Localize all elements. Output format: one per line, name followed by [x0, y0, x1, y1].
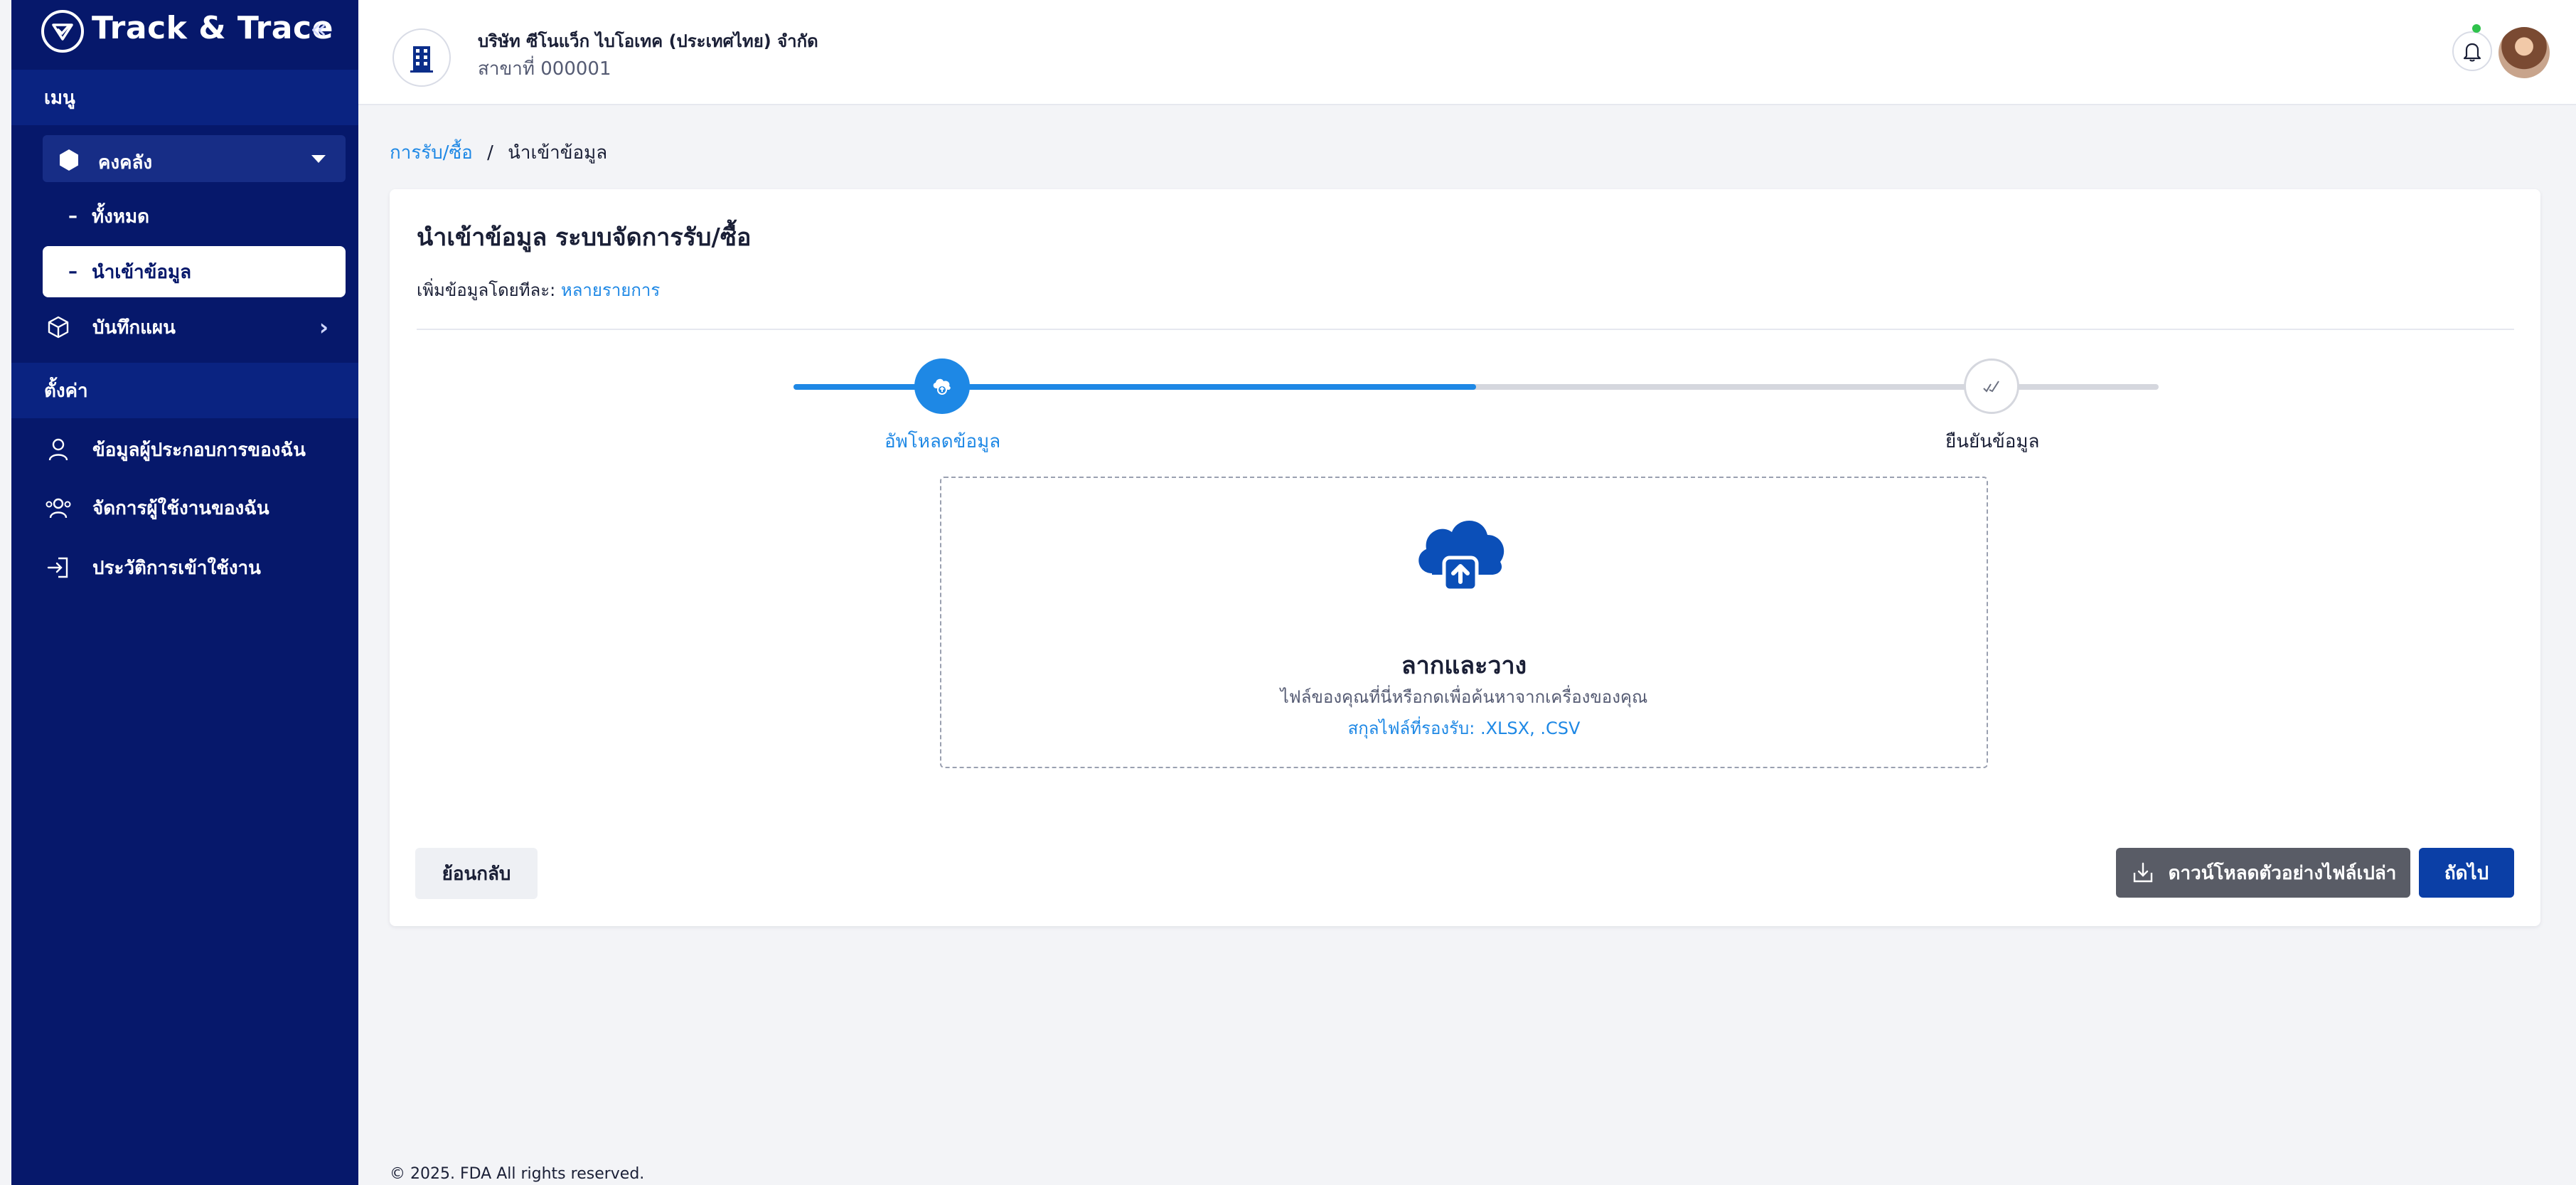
sidebar-subitem-import[interactable]: – นำเข้าข้อมูล: [43, 246, 346, 297]
subtitle-prefix: เพิ่มข้อมูลโดยทีละ:: [417, 280, 556, 300]
stepper-progress: [793, 384, 1476, 390]
breadcrumb-current: นำเข้าข้อมูล: [508, 142, 608, 164]
collapse-sidebar-icon[interactable]: «: [310, 13, 327, 46]
cloud-upload-icon: [1418, 520, 1505, 592]
sidebar: Track & Trace « เมนู คงคลัง – ทั้งหมด – …: [11, 0, 358, 1185]
step-confirm-label: ยืนยันข้อมูล: [1945, 431, 2040, 452]
track-trace-logo-icon: [41, 10, 84, 53]
sidebar-item-label: จัดการผู้ใช้งานของฉัน: [92, 497, 269, 519]
breadcrumb-separator: /: [487, 142, 493, 164]
company-name: บริษัท ซีโนแว็ก ไบโอเทค (ประเทศไทย) จำกั…: [478, 31, 818, 51]
dropzone-title: ลากและวาง: [1401, 652, 1527, 680]
back-button[interactable]: ย้อนกลับ: [415, 848, 538, 899]
user-avatar[interactable]: [2498, 27, 2550, 78]
download-icon: [2130, 860, 2156, 886]
breadcrumb-parent-link[interactable]: การรับ/ซื้อ: [390, 142, 473, 164]
divider: [417, 329, 2514, 330]
caret-down-icon: [311, 155, 326, 163]
dropzone-supported-types: สกุลไฟล์ที่รองรับ: .XLSX, .CSV: [1347, 718, 1581, 738]
brand[interactable]: Track & Trace «: [11, 0, 358, 65]
step-confirm-icon: [1964, 358, 2019, 414]
page-title: นำเข้าข้อมูล ระบบจัดการรับ/ซื้อ: [417, 223, 752, 252]
sidebar-item-inventory[interactable]: คงคลัง: [43, 135, 346, 182]
notification-bell-icon[interactable]: [2452, 31, 2492, 71]
download-template-label: ดาวน์โหลดตัวอย่างไฟล์เปล่า: [2168, 862, 2397, 884]
sidebar-item-label: ข้อมูลผู้ประกอบการของฉัน: [92, 439, 306, 461]
users-icon: [43, 494, 74, 522]
sidebar-item-label: ประวัติการเข้าใช้งาน: [92, 557, 261, 579]
sidebar-item-label: คงคลัง: [98, 152, 153, 174]
file-dropzone[interactable]: ลากและวาง ไฟล์ของคุณที่นี่หรือกดเพื่อค้น…: [940, 477, 1988, 768]
sidebar-item-access-history[interactable]: ประวัติการเข้าใช้งาน: [43, 546, 346, 589]
import-card: นำเข้าข้อมูล ระบบจัดการรับ/ซื้อ เพิ่มข้อ…: [390, 189, 2540, 926]
chevron-right-icon: ›: [319, 314, 328, 341]
breadcrumb: การรับ/ซื้อ / นำเข้าข้อมูล: [390, 138, 607, 167]
top-header: บริษัท ซีโนแว็ก ไบโอเทค (ประเทศไทย) จำกั…: [358, 0, 2576, 105]
sidebar-item-manage-users[interactable]: จัดการผู้ใช้งานของฉัน: [43, 487, 346, 529]
next-button[interactable]: ถัดไป: [2419, 848, 2514, 898]
login-icon: [43, 553, 74, 582]
settings-section-header: ตั้งค่า: [11, 363, 358, 418]
multi-item-link[interactable]: หลายรายการ: [561, 280, 660, 300]
sidebar-subitem-label: ทั้งหมด: [92, 206, 149, 228]
notification-dot: [2472, 24, 2481, 33]
step-upload-icon: [914, 358, 970, 414]
sidebar-item-operator-info[interactable]: ข้อมูลผู้ประกอบการของฉัน: [43, 428, 346, 471]
building-icon: [392, 28, 451, 87]
hexagon-icon: [60, 149, 78, 171]
menu-section-header: เมนู: [11, 70, 358, 125]
footer-copyright: © 2025. FDA All rights reserved.: [390, 1165, 645, 1183]
sidebar-item-label: บันทึกแผน: [92, 317, 176, 339]
sidebar-item-plan-record[interactable]: บันทึกแผน ›: [43, 306, 346, 349]
download-template-button[interactable]: ดาวน์โหลดตัวอย่างไฟล์เปล่า: [2116, 848, 2410, 898]
page-subtitle: เพิ่มข้อมูลโดยทีละ: หลายรายการ: [417, 276, 660, 304]
cube-icon: [43, 313, 74, 341]
sidebar-subitem-label: นำเข้าข้อมูล: [92, 261, 192, 283]
company-branch: สาขาที่ 000001: [478, 58, 611, 80]
step-upload-label: อัพโหลดข้อมูล: [885, 431, 1001, 452]
app-title: Track & Trace: [92, 10, 333, 46]
user-icon: [43, 435, 74, 464]
sidebar-subitem-all[interactable]: – ทั้งหมด: [43, 191, 346, 242]
dropzone-description: ไฟล์ของคุณที่นี่หรือกดเพื่อค้นหาจากเครื่…: [1280, 687, 1648, 707]
